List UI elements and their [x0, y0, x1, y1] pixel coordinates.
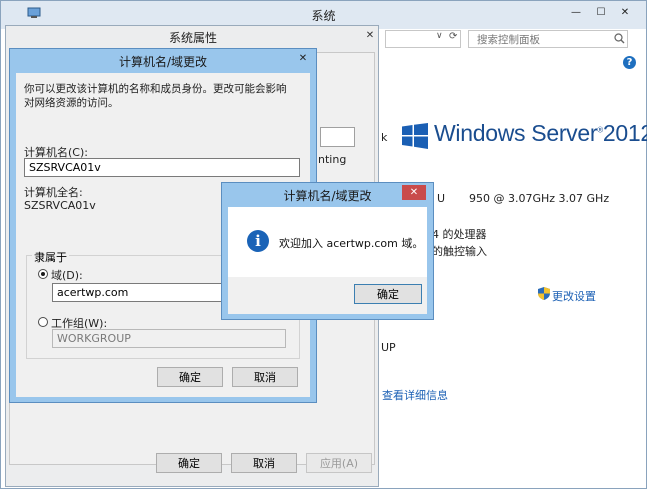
- computer-name-dialog-title: 计算机名/域更改: [118, 55, 208, 69]
- close-button[interactable]: ✕: [294, 53, 312, 65]
- maximize-button[interactable]: ☐: [591, 6, 611, 20]
- help-icon[interactable]: ?: [623, 56, 636, 69]
- welcome-message: 欢迎加入 acertwp.com 域。: [279, 237, 424, 250]
- up-fragment: UP: [381, 341, 396, 354]
- ok-button[interactable]: 确定: [156, 453, 222, 473]
- pen-touch-info: 的触控输入: [432, 245, 487, 258]
- full-computer-name-label: 计算机全名:: [24, 186, 83, 199]
- close-button[interactable]: ✕: [615, 6, 635, 20]
- system-window-title: 系统: [311, 9, 336, 23]
- close-button[interactable]: ✕: [362, 30, 378, 42]
- windows-logo-icon: [402, 123, 428, 149]
- workgroup-radio[interactable]: [38, 317, 48, 327]
- workgroup-input[interactable]: WORKGROUP: [52, 329, 286, 348]
- cancel-button[interactable]: 取消: [231, 453, 297, 473]
- ok-button[interactable]: 确定: [354, 284, 422, 304]
- processor-type: 4 的处理器: [432, 228, 487, 241]
- computer-description-input[interactable]: [320, 127, 355, 147]
- change-settings-link[interactable]: 更改设置: [552, 288, 596, 304]
- system-properties-title: 系统属性: [168, 31, 217, 45]
- cpu-speed: 950 @ 3.07GHz 3.07 GHz: [469, 192, 610, 205]
- cpu-fragment: U: [437, 192, 446, 205]
- example-text-fragment: nting: [318, 153, 347, 166]
- domain-label: 域(D):: [51, 269, 83, 282]
- member-of-label: 隶属于: [32, 249, 69, 265]
- partial-label: k: [381, 131, 388, 144]
- search-input[interactable]: 搜索控制面板: [468, 30, 628, 48]
- description-text: 你可以更改该计算机的名称和成员身份。更改可能会影响对网络资源的访问。: [24, 83, 287, 109]
- info-icon: i: [247, 230, 269, 252]
- domain-radio[interactable]: [38, 269, 48, 279]
- chevron-down-icon[interactable]: ∨: [436, 31, 443, 41]
- view-details-link[interactable]: 查看详细信息: [382, 387, 448, 403]
- computer-name-input[interactable]: SZSRVCA01v: [24, 158, 300, 177]
- ok-button[interactable]: 确定: [157, 367, 223, 387]
- close-button[interactable]: ✕: [402, 185, 426, 200]
- windows-server-logo: Windows Server®2012: [434, 120, 647, 146]
- full-computer-name-value: SZSRVCA01v: [24, 199, 96, 212]
- cancel-button[interactable]: 取消: [232, 367, 298, 387]
- refresh-icon[interactable]: ⟳: [449, 31, 457, 42]
- apply-button[interactable]: 应用(A): [306, 453, 372, 473]
- minimize-button[interactable]: —: [566, 6, 586, 20]
- search-icon[interactable]: [614, 33, 625, 44]
- shield-icon: [538, 287, 550, 300]
